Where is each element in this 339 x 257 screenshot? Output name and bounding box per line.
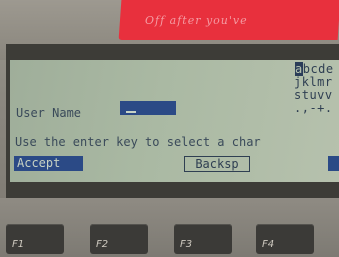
user-name-label: User Name [16, 106, 82, 120]
backspace-softkey[interactable]: Backsp [184, 156, 250, 172]
char-grid-row-4[interactable]: .,-+. [294, 101, 333, 115]
char-grid-row-3[interactable]: stuvv [294, 88, 333, 102]
sticker-text: Off after you've [145, 14, 248, 27]
selected-char[interactable]: a [295, 62, 303, 76]
char-grid-row-1[interactable]: abcde [295, 62, 334, 76]
f2-key[interactable]: F2 [90, 224, 148, 254]
f1-key[interactable]: F1 [6, 224, 64, 254]
f2-key-label: F2 [96, 239, 109, 250]
lcd-screen: abcde jklmr stuvv .,-+. User Name Use th… [10, 60, 339, 182]
char-grid-row-1-text[interactable]: bcde [303, 62, 334, 76]
f3-key-label: F3 [180, 239, 193, 250]
f3-key[interactable]: F3 [174, 224, 232, 254]
char-grid-row-2[interactable]: jklmr [294, 75, 333, 89]
f4-key[interactable]: F4 [256, 224, 314, 254]
accept-softkey[interactable]: Accept [14, 156, 83, 171]
instruction-text: Use the enter key to select a char [15, 135, 261, 149]
input-cursor [126, 111, 136, 113]
f1-key-label: F1 [12, 239, 25, 250]
right-softkey[interactable] [328, 156, 339, 171]
f4-key-label: F4 [262, 239, 275, 250]
